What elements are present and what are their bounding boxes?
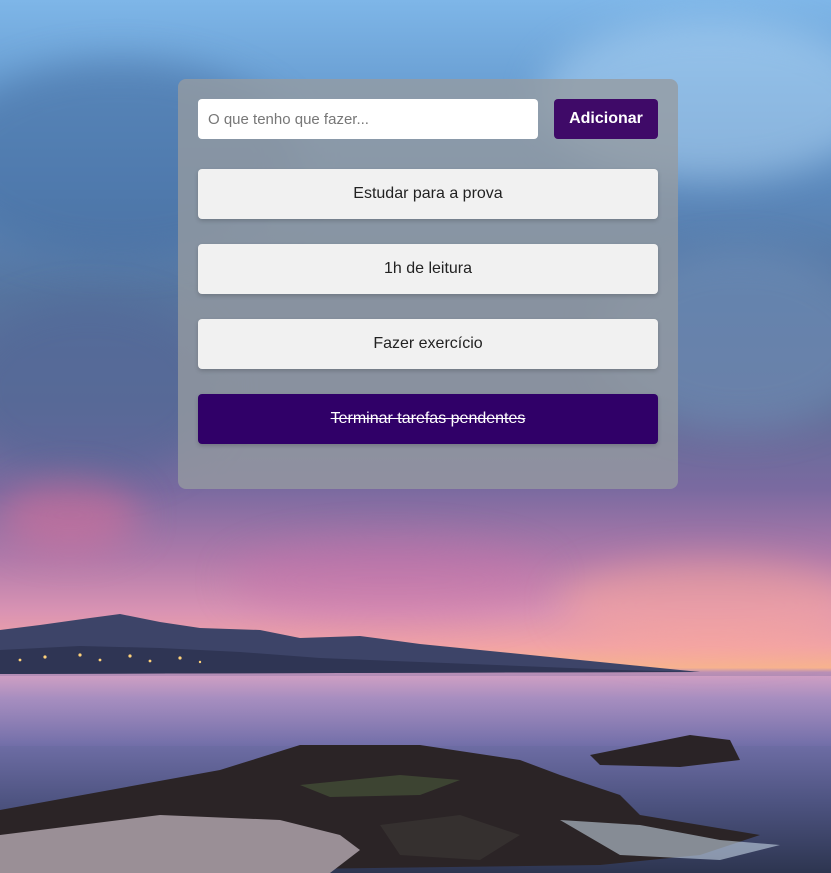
task-item-study[interactable]: Estudar para a prova xyxy=(198,169,658,219)
task-list: Estudar para a prova 1h de leitura Fazer… xyxy=(198,169,658,469)
rocks-shoreline xyxy=(0,735,780,873)
add-task-button[interactable]: Adicionar xyxy=(554,99,658,139)
task-item-exercise[interactable]: Fazer exercício xyxy=(198,319,658,369)
task-item-pending[interactable]: Terminar tarefas pendentes xyxy=(198,394,658,444)
todo-panel: Adicionar Estudar para a prova 1h de lei… xyxy=(178,79,678,489)
task-input[interactable] xyxy=(198,99,538,139)
task-item-reading[interactable]: 1h de leitura xyxy=(198,244,658,294)
mountains-silhouette xyxy=(0,614,700,674)
